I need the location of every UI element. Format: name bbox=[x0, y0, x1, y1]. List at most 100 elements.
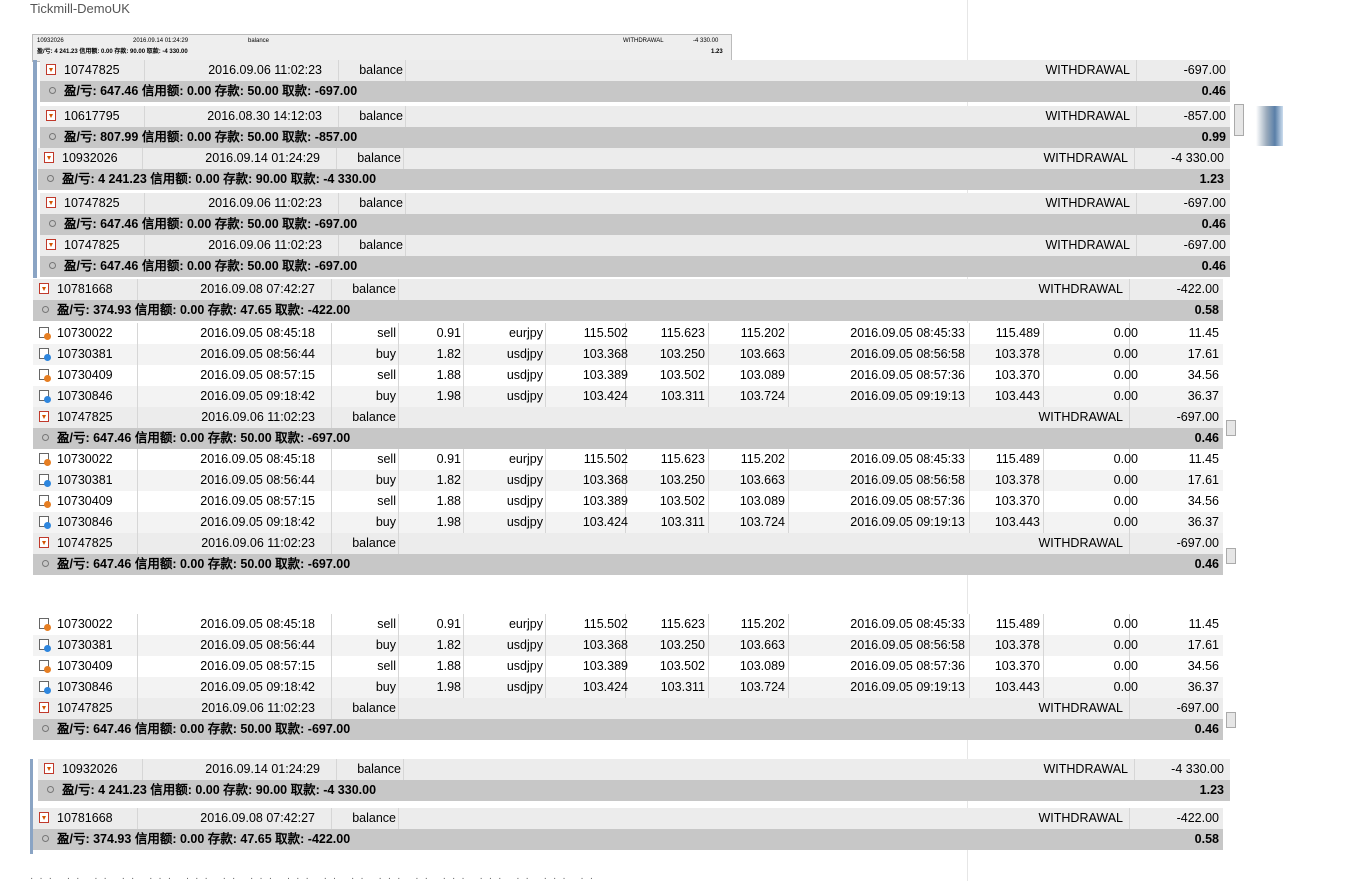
balance-row[interactable]: 10617795 2016.08.30 14:12:03 balance WITHDR… bbox=[40, 106, 1230, 127]
balance-row[interactable]: 10747825 2016.09.06 11:02:23 balance WITHDR… bbox=[40, 235, 1230, 256]
trade-size: 1.88 bbox=[436, 368, 461, 382]
trade-symbol: usdjpy bbox=[506, 515, 543, 529]
collapse-circle-icon[interactable] bbox=[49, 220, 56, 227]
column-divider bbox=[788, 614, 789, 635]
collapse-circle-icon[interactable] bbox=[47, 175, 54, 182]
trade-swap: 0.00 bbox=[1113, 659, 1138, 673]
trade-ticket: 10730846 bbox=[57, 680, 113, 694]
trade-type: sell bbox=[377, 617, 396, 631]
trade-tp: 103.089 bbox=[739, 659, 785, 673]
balance-time: 2016.09.06 11:02:23 bbox=[208, 196, 322, 210]
trade-open-time: 2016.09.05 08:56:44 bbox=[200, 638, 315, 652]
balance-type: balance bbox=[352, 701, 396, 715]
trade-open-time: 2016.09.05 08:56:44 bbox=[200, 473, 315, 487]
trade-type: buy bbox=[375, 680, 396, 694]
trade-row[interactable]: 10730409 2016.09.05 08:57:15 sell 1.88 usdjp… bbox=[33, 365, 1223, 386]
column-divider bbox=[545, 614, 546, 635]
trade-row[interactable]: 10730409 2016.09.05 08:57:15 sell 1.88 usdjp… bbox=[33, 656, 1223, 677]
trade-sl: 115.623 bbox=[660, 452, 705, 466]
balance-row[interactable]: 10747825 2016.09.06 11:02:23 balance WITHDR… bbox=[33, 407, 1223, 428]
history-block: 10932026 2016.09.14 01:24:29 balance WITHDR… bbox=[38, 759, 1230, 801]
collapse-circle-icon[interactable] bbox=[42, 306, 49, 313]
balance-icon bbox=[46, 197, 56, 208]
trade-close-price: 115.489 bbox=[995, 452, 1040, 466]
balance-ticket: 10617795 bbox=[64, 109, 120, 123]
buy-order-icon bbox=[39, 516, 51, 529]
collapse-circle-icon[interactable] bbox=[49, 87, 56, 94]
trade-ticket: 10730409 bbox=[57, 494, 113, 508]
trade-close-time: 2016.09.05 09:19:13 bbox=[850, 389, 965, 403]
balance-row[interactable]: 10747825 2016.09.06 11:02:23 balance WITHDR… bbox=[40, 60, 1230, 81]
collapse-circle-icon[interactable] bbox=[42, 560, 49, 567]
scrollbar-thumb[interactable] bbox=[1256, 106, 1283, 146]
scrollbar[interactable] bbox=[1226, 712, 1236, 728]
balance-row[interactable]: 10747825 2016.09.06 11:02:23 balance WITHDR… bbox=[33, 533, 1223, 554]
summary-total: 1.23 bbox=[1199, 783, 1224, 797]
summary-total: 0.58 bbox=[1194, 832, 1219, 846]
trade-ticket: 10730409 bbox=[57, 659, 113, 673]
balance-row[interactable]: 10932026 2016.09.14 01:24:29 balance WITHDR… bbox=[38, 759, 1230, 780]
sell-order-icon bbox=[39, 327, 51, 340]
history-block: 10747825 2016.09.06 11:02:23 balance WITHDR… bbox=[40, 193, 1230, 277]
trade-row[interactable]: 10730846 2016.09.05 09:18:42 buy 1.98 usdjpy… bbox=[33, 677, 1223, 698]
trade-open-time: 2016.09.05 09:18:42 bbox=[200, 515, 315, 529]
collapse-circle-icon[interactable] bbox=[49, 262, 56, 269]
trade-profit: 11.45 bbox=[1188, 617, 1219, 631]
trade-row[interactable]: 10730022 2016.09.05 08:45:18 sell 0.91 eurjp… bbox=[33, 323, 1223, 344]
balance-row[interactable]: 10932026 2016.09.14 01:24:29 balance WITHDR… bbox=[38, 148, 1230, 169]
collapse-circle-icon[interactable] bbox=[49, 133, 56, 140]
balance-type: balance bbox=[352, 536, 396, 550]
trade-tp: 115.202 bbox=[740, 452, 785, 466]
balance-ticket: 10781668 bbox=[57, 811, 113, 825]
balance-row[interactable]: 10781668 2016.09.08 07:42:27 balance WITHDR… bbox=[33, 279, 1223, 300]
scrollbar[interactable] bbox=[1234, 104, 1244, 136]
scrollbar[interactable] bbox=[1226, 420, 1236, 436]
summary-row: 盈/亏: 647.46 信用额: 0.00 存款: 50.00 取款: -697… bbox=[40, 256, 1230, 277]
trade-row[interactable]: 10730846 2016.09.05 09:18:42 buy 1.98 usdjpy… bbox=[33, 386, 1223, 407]
column-divider bbox=[788, 344, 789, 365]
trade-sl: 103.250 bbox=[659, 638, 705, 652]
balance-amount: -4 330.00 bbox=[1171, 762, 1224, 776]
trade-profit: 36.37 bbox=[1187, 389, 1219, 403]
trade-tp: 103.089 bbox=[739, 494, 785, 508]
balance-comment: WITHDRAWAL bbox=[1043, 151, 1129, 165]
collapse-circle-icon[interactable] bbox=[42, 835, 49, 842]
column-divider bbox=[463, 344, 464, 365]
balance-icon bbox=[39, 812, 49, 823]
trade-type: buy bbox=[375, 347, 396, 361]
trade-row[interactable]: 10730846 2016.09.05 09:18:42 buy 1.98 usdjpy… bbox=[33, 512, 1223, 533]
column-divider bbox=[708, 365, 709, 386]
trade-row[interactable]: 10730381 2016.09.05 08:56:44 buy 1.82 usdjpy… bbox=[33, 635, 1223, 656]
trade-price: 103.389 bbox=[582, 494, 628, 508]
balance-row[interactable]: 10747825 2016.09.06 11:02:23 balance WITHDR… bbox=[40, 193, 1230, 214]
collapse-circle-icon[interactable] bbox=[42, 725, 49, 732]
balance-time: 2016.08.30 14:12:03 bbox=[207, 109, 322, 123]
balance-row[interactable]: 10747825 2016.09.06 11:02:23 balance WITHDR… bbox=[33, 698, 1223, 719]
trade-row[interactable]: 10730381 2016.09.05 08:56:44 buy 1.82 usdjpy… bbox=[33, 344, 1223, 365]
trade-profit: 17.61 bbox=[1187, 638, 1219, 652]
summary-text: 盈/亏: 374.93 信用额: 0.00 存款: 47.65 取款: -422… bbox=[57, 832, 351, 846]
trade-price: 115.502 bbox=[583, 326, 628, 340]
column-divider bbox=[398, 470, 399, 491]
history-block: 10781668 2016.09.08 07:42:27 balance WITHDR… bbox=[33, 279, 1223, 321]
collapse-circle-icon[interactable] bbox=[42, 434, 49, 441]
balance-row[interactable]: 10781668 2016.09.08 07:42:27 balance WITHDR… bbox=[33, 808, 1223, 829]
trade-row[interactable]: 10730022 2016.09.05 08:45:18 sell 0.91 eurjp… bbox=[33, 449, 1223, 470]
trade-tp: 103.724 bbox=[739, 680, 785, 694]
collapse-circle-icon[interactable] bbox=[47, 786, 54, 793]
trade-tp: 115.202 bbox=[740, 617, 785, 631]
summary-total: 0.46 bbox=[1201, 217, 1226, 231]
column-divider bbox=[463, 614, 464, 635]
scrollbar[interactable] bbox=[1226, 548, 1236, 564]
balance-ticket: 10932026 bbox=[62, 151, 118, 165]
trade-row[interactable]: 10730381 2016.09.05 08:56:44 buy 1.82 usdjpy… bbox=[33, 470, 1223, 491]
column-divider bbox=[1136, 106, 1137, 127]
trade-row[interactable]: 10730409 2016.09.05 08:57:15 sell 1.88 usdjp… bbox=[33, 491, 1223, 512]
trade-row[interactable]: 10730022 2016.09.05 08:45:18 sell 0.91 eurjp… bbox=[33, 614, 1223, 635]
trade-type: sell bbox=[377, 494, 396, 508]
sell-order-icon bbox=[39, 369, 51, 382]
trade-close-time: 2016.09.05 08:56:58 bbox=[850, 638, 965, 652]
trade-price: 115.502 bbox=[583, 617, 628, 631]
trade-close-price: 103.370 bbox=[994, 368, 1040, 382]
thumb-total: 1.23 bbox=[711, 49, 723, 55]
